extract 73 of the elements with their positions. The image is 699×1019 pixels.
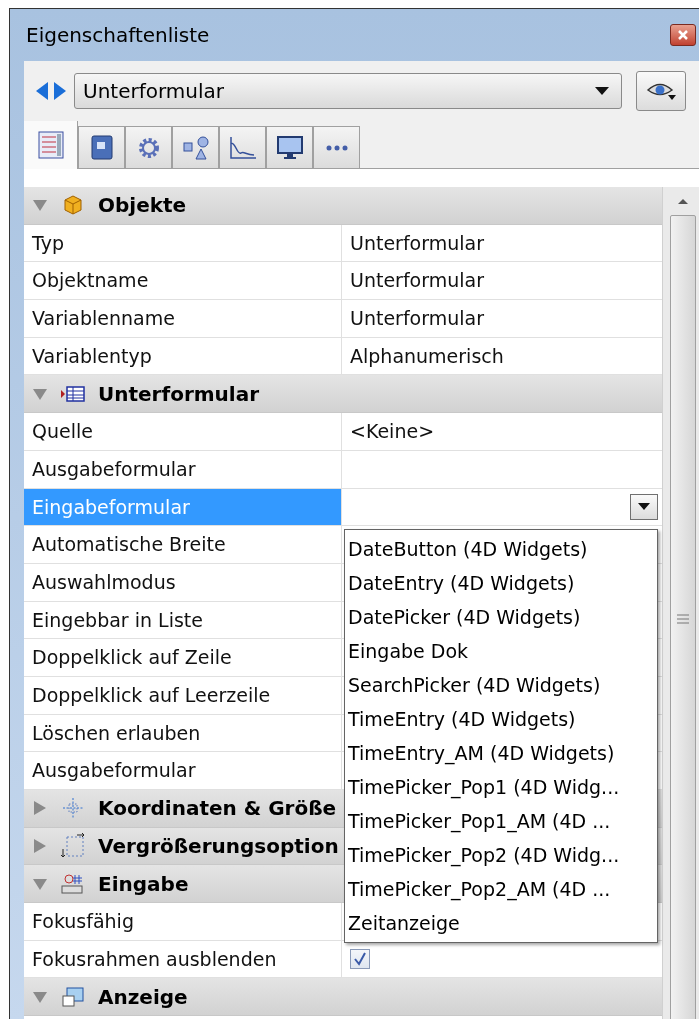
dropdown-option[interactable]: DatePicker (4D Widgets)	[345, 600, 657, 635]
dropdown-option[interactable]: Eingabe Dok	[345, 634, 657, 669]
table-icon	[60, 384, 86, 403]
property-label[interactable]: Ausgabeformular	[24, 752, 342, 789]
close-icon	[677, 29, 689, 41]
tab[interactable]	[266, 126, 313, 168]
cube-icon	[62, 194, 84, 217]
section-header[interactable]: Anzeige	[24, 978, 662, 1017]
caret-icon	[595, 87, 609, 95]
expanded-triangle-icon	[32, 989, 48, 1004]
property-label[interactable]: Variablenname	[24, 300, 342, 337]
property-label[interactable]: Auswahlmodus	[24, 563, 342, 601]
property-value: Alphanumerisch	[350, 343, 504, 369]
eye-icon	[646, 81, 676, 101]
property-label[interactable]: Fokusfähig	[24, 903, 342, 940]
checkmark-icon	[353, 952, 367, 967]
left-right-arrows-icon[interactable]	[34, 80, 68, 102]
tab[interactable]	[125, 126, 172, 168]
chart-icon	[227, 134, 258, 161]
object-select[interactable]: Unterformular	[74, 73, 622, 109]
property-value: Unterformular	[350, 230, 484, 256]
property-label[interactable]: Löschen erlauben	[24, 714, 342, 752]
dropdown-option[interactable]: TimeEntry_AM (4D Widgets)	[345, 736, 657, 771]
property-label[interactable]: Objektname	[24, 262, 342, 300]
checkbox[interactable]	[350, 949, 370, 970]
display-icon	[61, 985, 85, 1008]
dropdown-option[interactable]: Zeitanzeige	[345, 906, 657, 941]
scrollbar[interactable]	[662, 187, 699, 1019]
expanded-triangle-icon	[32, 198, 48, 213]
dropdown-option[interactable]: TimePicker_Pop2_AM (4D ...	[345, 872, 657, 907]
more-icon	[324, 143, 349, 152]
input-icon	[60, 872, 86, 895]
collapsed-triangle-icon	[32, 800, 48, 817]
monitor-icon	[275, 134, 304, 161]
section-title: Eingabe	[98, 870, 189, 898]
tab[interactable]	[313, 126, 360, 168]
expanded-triangle-icon	[32, 386, 48, 401]
section-header[interactable]: Objekte	[24, 187, 662, 225]
shapes-icon	[181, 134, 210, 161]
grip-icon	[676, 613, 689, 624]
dropdown-option[interactable]: DateButton (4D Widgets)	[345, 532, 657, 567]
dropdown-option[interactable]: TimeEntry (4D Widgets)	[345, 702, 657, 737]
scroll-thumb[interactable]	[669, 215, 696, 1019]
dropdown-option[interactable]: DateEntry (4D Widgets)	[345, 566, 657, 601]
tab[interactable]	[78, 126, 125, 168]
property-value: <Keine>	[350, 419, 435, 445]
property-label[interactable]: Variablentyp	[24, 337, 342, 375]
dropdown-option[interactable]: SearchPicker (4D Widgets)	[345, 668, 657, 703]
property-value: Unterformular	[350, 268, 484, 294]
section-header[interactable]: Unterformular	[24, 375, 662, 414]
property-value: Unterformular	[350, 306, 484, 332]
property-label[interactable]: Doppelklick auf Leerzeile	[24, 676, 342, 714]
collapsed-triangle-icon	[32, 838, 48, 855]
view-button[interactable]	[636, 71, 686, 111]
section-title: Koordinaten & Größe	[98, 795, 337, 823]
property-label[interactable]: Automatische Breite	[24, 526, 342, 563]
section-title: Anzeige	[98, 983, 188, 1011]
property-label[interactable]: Quelle	[24, 413, 342, 450]
section-title: Objekte	[98, 192, 187, 220]
property-label[interactable]: Ausgabeformular	[24, 450, 342, 488]
expanded-triangle-icon	[32, 876, 48, 891]
resize-icon	[61, 833, 85, 860]
caret-icon	[638, 503, 650, 511]
list-icon	[37, 131, 64, 159]
property-label[interactable]: Eingebbar in Liste	[24, 601, 342, 639]
section-title: Vergrößerungsoption	[98, 833, 339, 861]
section-title: Unterformular	[98, 380, 260, 408]
close-button[interactable]	[670, 24, 696, 46]
window-title: Eigenschaftenliste	[26, 22, 210, 49]
property-label[interactable]: Fokusrahmen ausblenden	[24, 940, 342, 978]
property-label[interactable]: Typ	[24, 224, 342, 262]
move-icon	[61, 796, 85, 821]
property-label[interactable]: Doppelklick auf Zeile	[24, 639, 342, 676]
